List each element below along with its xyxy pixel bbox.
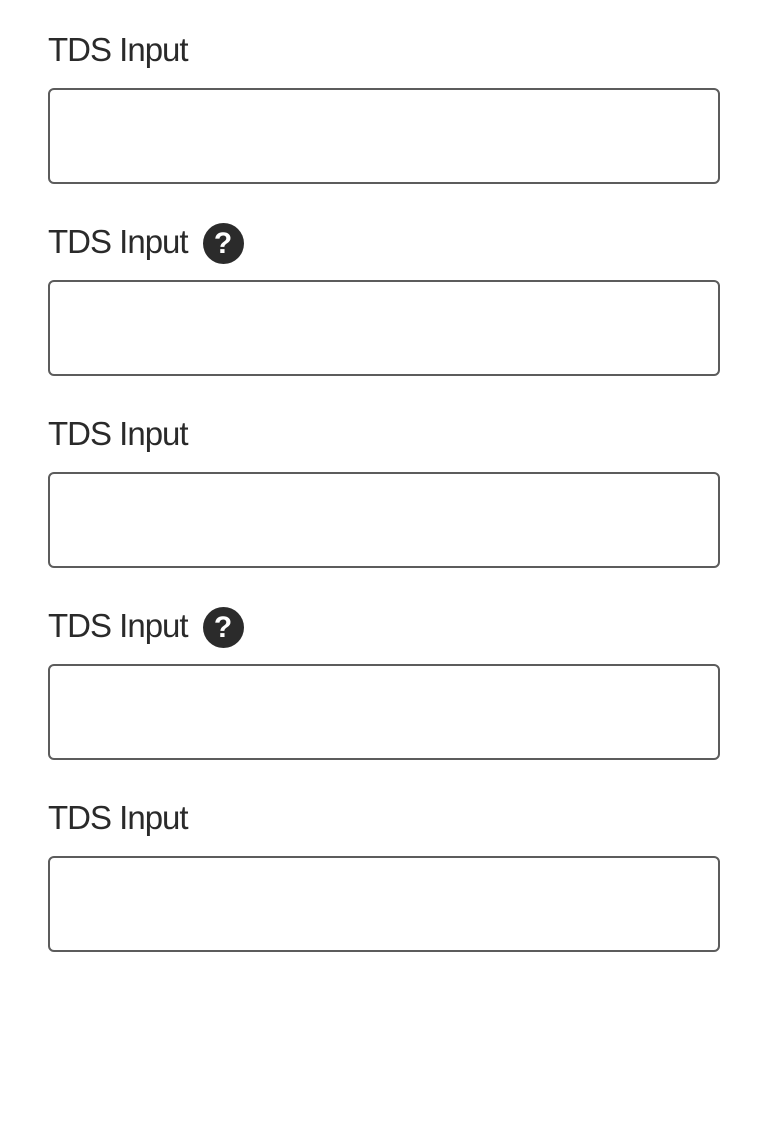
- tds-input[interactable]: [48, 856, 720, 952]
- tds-input-field-2: TDS Input ?: [48, 220, 720, 376]
- field-label: TDS Input: [48, 415, 189, 452]
- tds-input[interactable]: [48, 88, 720, 184]
- field-label-row: TDS Input ?: [48, 220, 720, 264]
- field-label-row: TDS Input: [48, 28, 720, 72]
- question-circle-icon[interactable]: ?: [202, 222, 244, 264]
- tds-input-field-4: TDS Input ?: [48, 604, 720, 760]
- field-label: TDS Input: [48, 223, 189, 260]
- question-circle-icon[interactable]: ?: [202, 606, 244, 648]
- tds-input[interactable]: [48, 280, 720, 376]
- tds-input-field-1: TDS Input: [48, 28, 720, 184]
- tds-input[interactable]: [48, 472, 720, 568]
- tds-input-field-5: TDS Input: [48, 796, 720, 952]
- field-label: TDS Input: [48, 799, 189, 836]
- field-label: TDS Input: [48, 31, 189, 68]
- field-label-row: TDS Input: [48, 796, 720, 840]
- field-label-row: TDS Input: [48, 412, 720, 456]
- tds-input[interactable]: [48, 664, 720, 760]
- tds-input-form: TDS Input TDS Input ? TDS Input TDS Inpu…: [48, 28, 720, 988]
- field-label: TDS Input: [48, 607, 189, 644]
- field-label-row: TDS Input ?: [48, 604, 720, 648]
- tds-input-field-3: TDS Input: [48, 412, 720, 568]
